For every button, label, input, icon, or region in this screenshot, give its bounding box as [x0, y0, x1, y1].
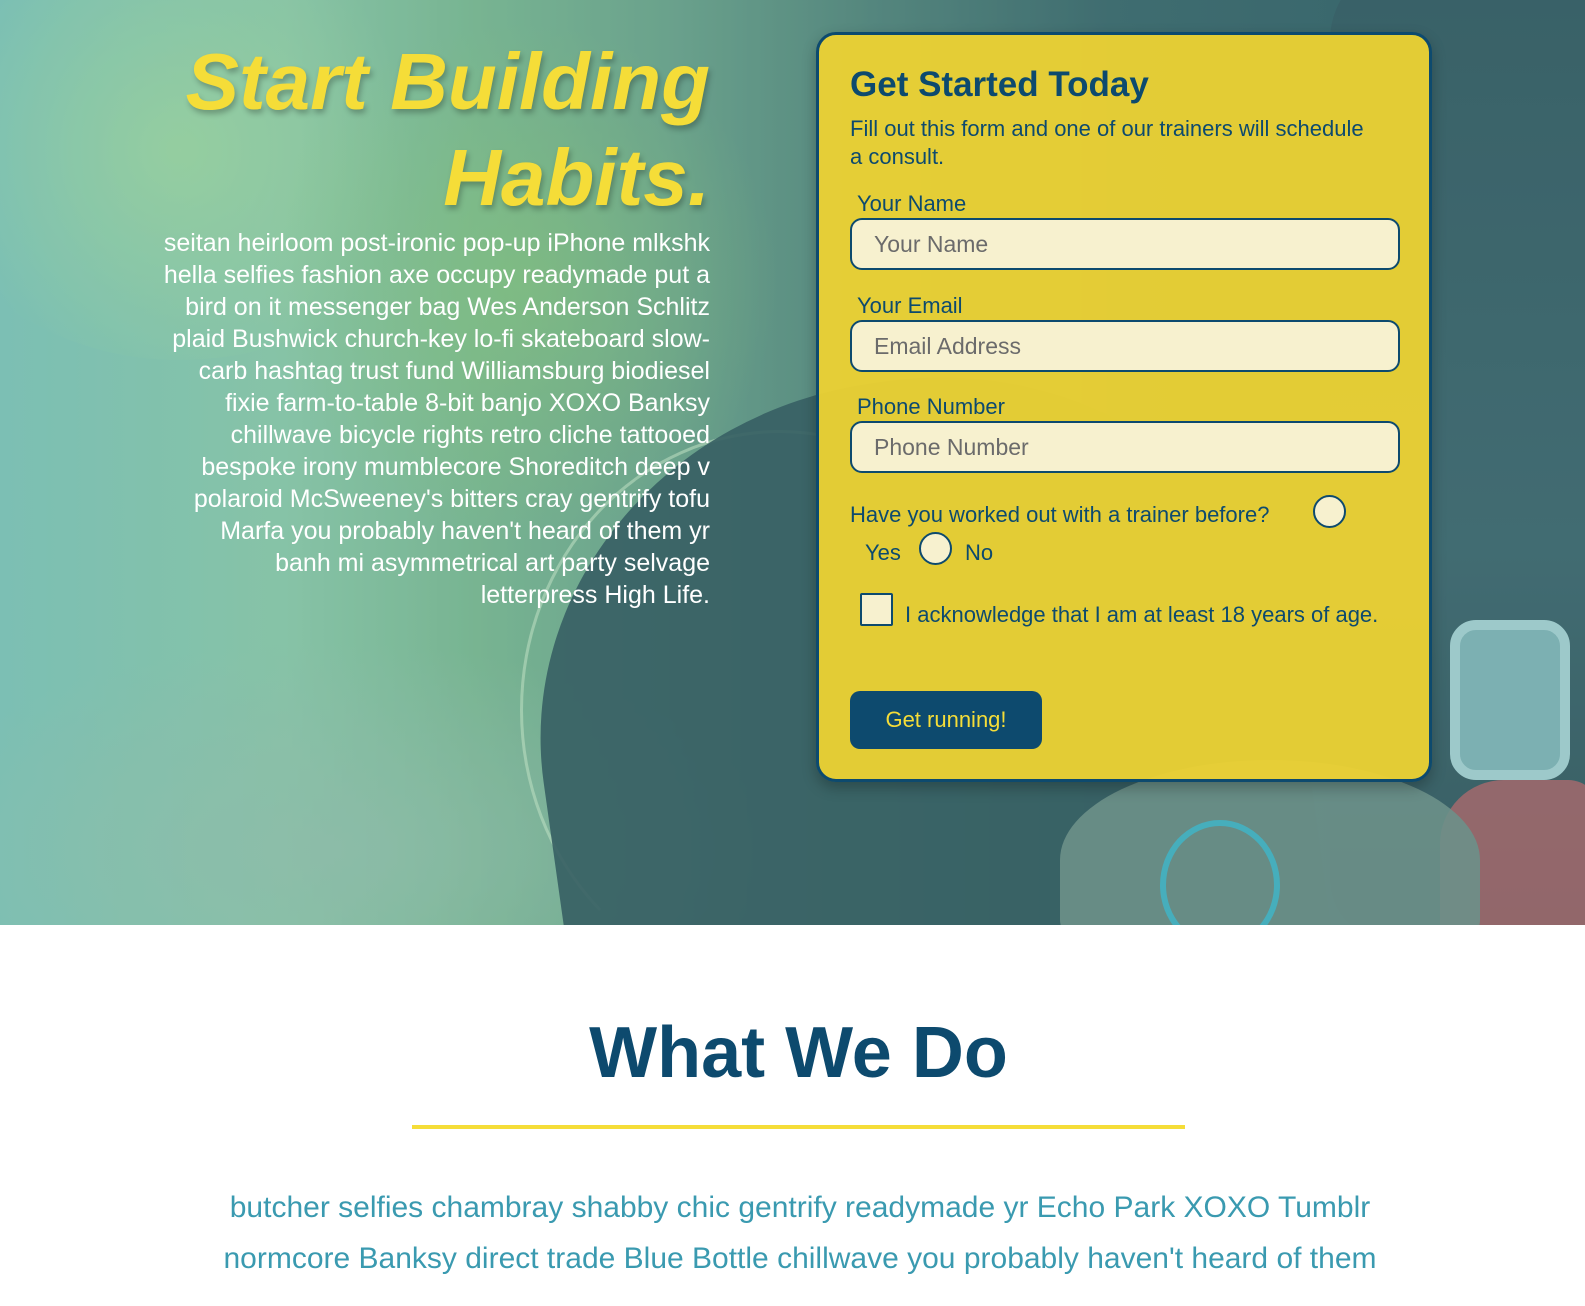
- radio-yes-label: Yes: [865, 540, 901, 565]
- name-input[interactable]: [850, 218, 1400, 270]
- form-title: Get Started Today: [850, 65, 1149, 104]
- hero-heading: Start Building Habits.: [185, 37, 710, 222]
- trainer-question-label: Have you worked out with a trainer befor…: [850, 502, 1270, 527]
- signup-form: Get Started Today Fill out this form and…: [816, 32, 1432, 782]
- what-we-do-title: What We Do: [589, 1013, 1008, 1093]
- age-checkbox-label: I acknowledge that I am at least 18 year…: [905, 602, 1379, 627]
- email-input[interactable]: [850, 320, 1400, 372]
- email-field-label: Your Email: [857, 293, 963, 318]
- what-we-do-body: butcher selfies chambray shabby chic gen…: [223, 1191, 1377, 1275]
- section-divider: [412, 1125, 1185, 1129]
- name-field-label: Your Name: [857, 191, 967, 216]
- radio-no[interactable]: [919, 532, 952, 565]
- hero-body-text: seitan heirloom post-ironic pop-up iPhon…: [163, 229, 710, 609]
- form-subtitle: Fill out this form and one of our traine…: [850, 116, 1364, 169]
- phone-field-label: Phone Number: [857, 394, 1005, 419]
- hero-section: Start Building Habits. seitan heirloom p…: [0, 0, 1585, 925]
- radio-yes[interactable]: [1313, 495, 1346, 528]
- get-running-button[interactable]: Get running!: [850, 691, 1042, 749]
- phone-input[interactable]: [850, 421, 1400, 473]
- radio-no-label: No: [965, 540, 994, 565]
